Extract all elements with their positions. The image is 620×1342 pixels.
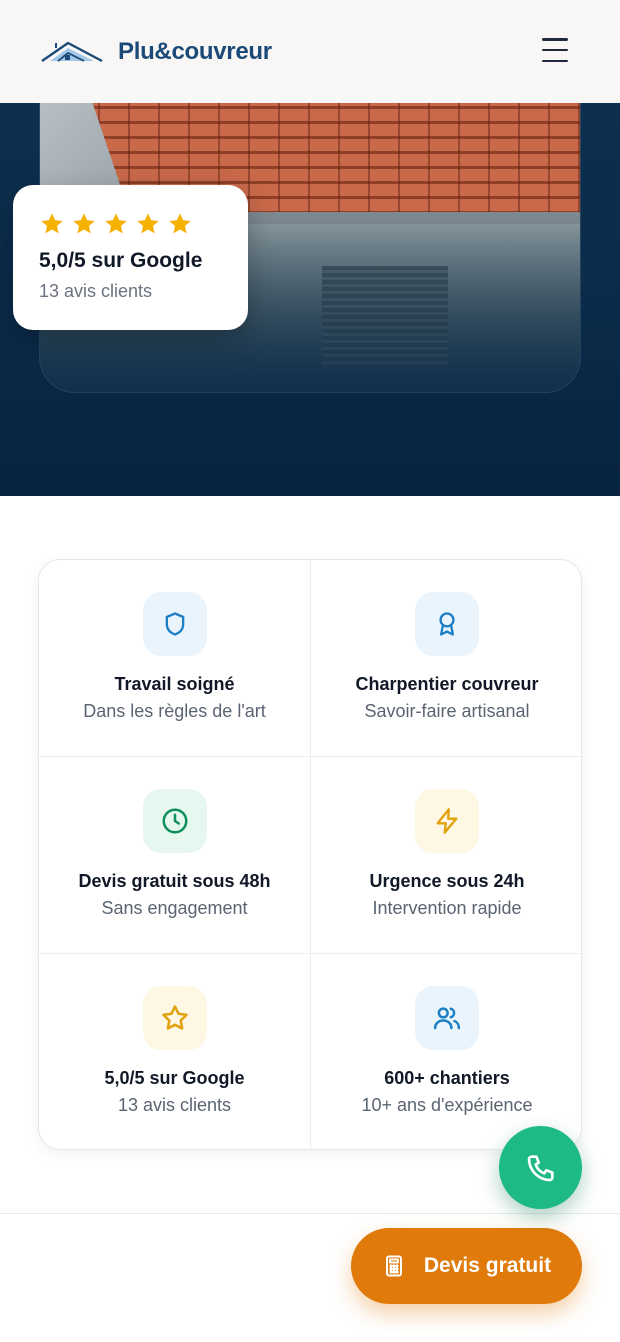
feature-title: 600+ chantiers — [384, 1068, 510, 1088]
star-icon — [105, 213, 127, 234]
clock-icon — [162, 808, 187, 834]
feature-title: 5,0/5 sur Google — [104, 1068, 245, 1088]
feature-icon-box — [415, 986, 479, 1050]
feature-subtitle: Dans les règles de l'art — [83, 701, 266, 721]
feature-icon-box — [415, 592, 479, 656]
lightning-icon — [436, 808, 458, 834]
feature-subtitle: Sans engagement — [101, 898, 248, 918]
star-outline-icon — [161, 1005, 188, 1030]
features-grid: Travail soigné Dans les règles de l'art … — [38, 559, 582, 1150]
rating-title: 5,0/5 sur Google — [39, 249, 203, 272]
feature-subtitle: Intervention rapide — [372, 898, 522, 918]
logo[interactable]: Plu&couvreur — [40, 38, 272, 66]
calculator-icon — [385, 1255, 402, 1277]
feature-subtitle: 10+ ans d'expérience — [361, 1095, 533, 1115]
free-quote-label: Devis gratuit — [423, 1254, 552, 1277]
users-icon — [433, 1007, 461, 1030]
rating-subtitle: 13 avis clients — [39, 281, 153, 301]
free-quote-button[interactable]: Devis gratuit — [351, 1228, 582, 1304]
site-header: Plu&couvreur — [0, 0, 620, 103]
feature-icon-box — [142, 592, 207, 656]
feature-icon-box — [142, 789, 207, 853]
feature-card: Travail soigné Dans les règles de l'art — [39, 560, 311, 757]
shield-icon — [165, 612, 184, 636]
page: Plu&couvreur 5,0/5 sur Google 13 avis cl… — [0, 0, 620, 1342]
rating-stars — [39, 211, 222, 237]
brand-name: Plu&couvreur — [118, 37, 272, 65]
feature-card: Urgence sous 24h Intervention rapide — [311, 757, 581, 954]
feature-card: 600+ chantiers 10+ ans d'expérience — [311, 954, 581, 1149]
feature-card: Devis gratuit sous 48h Sans engagement — [39, 757, 311, 954]
feature-icon-box — [142, 986, 207, 1050]
feature-icon-box — [415, 789, 479, 853]
star-icon — [41, 213, 63, 234]
call-button[interactable] — [499, 1126, 582, 1209]
star-icon — [73, 213, 95, 234]
bottom-divider — [0, 1213, 620, 1214]
feature-subtitle: Savoir-faire artisanal — [364, 701, 530, 721]
menu-line — [542, 48, 568, 52]
menu-line — [542, 38, 568, 41]
feature-title: Charpentier couvreur — [355, 674, 539, 694]
star-icon — [137, 213, 159, 234]
menu-line — [542, 59, 568, 62]
feature-title: Urgence sous 24h — [369, 871, 525, 891]
google-rating-card: 5,0/5 sur Google 13 avis clients — [13, 185, 248, 330]
house-roof-logo-icon — [40, 39, 104, 65]
feature-subtitle: 13 avis clients — [117, 1095, 232, 1115]
feature-title: Devis gratuit sous 48h — [78, 871, 271, 891]
star-icon — [169, 213, 191, 234]
award-ribbon-icon — [439, 612, 455, 636]
hamburger-menu-icon[interactable] — [542, 38, 568, 62]
feature-card: Charpentier couvreur Savoir-faire artisa… — [311, 560, 581, 757]
feature-title: Travail soigné — [114, 674, 235, 694]
phone-icon — [527, 1154, 554, 1181]
feature-card: 5,0/5 sur Google 13 avis clients — [39, 954, 311, 1149]
